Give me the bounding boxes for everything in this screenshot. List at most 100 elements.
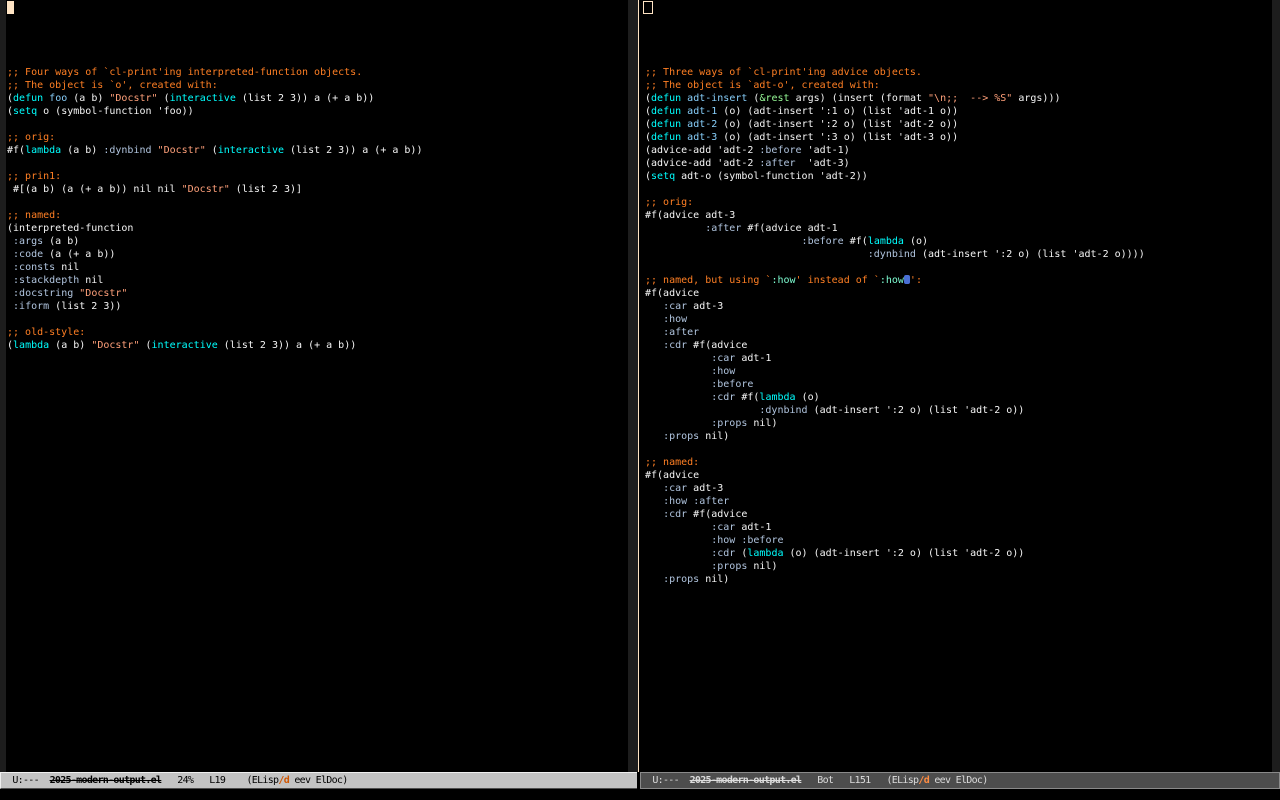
code-line: :consts nil (7, 261, 422, 274)
code-token: o (symbol-function 'foo)) (37, 106, 194, 117)
code-line: (defun adt-1 (o) (adt-insert ':1 o) (lis… (645, 105, 1145, 118)
code-token: :iform (13, 301, 49, 312)
code-line: :docstring "Docstr" (7, 287, 422, 300)
code-line (7, 157, 422, 170)
right-modeline[interactable]: U:--- 2025-modern-output.el Bot L151 (EL… (640, 772, 1280, 789)
code-token: :docstring (13, 288, 73, 299)
code-token: :before (741, 535, 783, 546)
code-line (7, 14, 422, 27)
code-token: :car (711, 522, 735, 533)
code-line (7, 53, 422, 66)
code-token: interactive (152, 340, 218, 351)
left-window-fringe (0, 0, 6, 772)
code-line: (interpreted-function (7, 222, 422, 235)
code-line: (setq o (symbol-function 'foo)) (7, 105, 422, 118)
code-token: #f( (735, 392, 759, 403)
code-line (7, 27, 422, 40)
code-line (645, 14, 1145, 27)
code-token: #f( (7, 145, 25, 156)
code-line (645, 183, 1145, 196)
code-token (645, 327, 663, 338)
code-token: U:--- (7, 775, 50, 786)
code-token (645, 509, 663, 520)
code-line: (defun adt-2 (o) (adt-insert ':2 o) (lis… (645, 118, 1145, 131)
code-token: :before (759, 145, 801, 156)
code-token: setq (13, 106, 37, 117)
code-token: (o) (adt-insert ':3 o) (list 'adt-3 o)) (717, 132, 958, 143)
code-line: :cdr (lambda (o) (adt-insert ':2 o) (lis… (645, 547, 1145, 560)
code-line: :stackdepth nil (7, 274, 422, 287)
right-window-fringe (1272, 0, 1280, 772)
echo-area[interactable] (0, 789, 1280, 800)
code-token (645, 574, 663, 585)
left-window-buffer-text[interactable]: ;; Four ways of `cl-print'ing interprete… (7, 1, 422, 352)
code-token: (a (+ a b)) (43, 249, 115, 260)
code-line: :props nil) (645, 430, 1145, 443)
code-line: :how :before (645, 534, 1145, 547)
code-token: (a b) (43, 236, 79, 247)
code-token: /d (918, 775, 929, 786)
code-line: :cdr #f(advice (645, 508, 1145, 521)
code-line: ;; prin1: (7, 170, 422, 183)
code-token: adt-1 (735, 522, 771, 533)
code-token: ' instead of ` (796, 275, 880, 286)
code-line (645, 443, 1145, 456)
code-token: :props (711, 561, 747, 572)
code-token: "Docstr" (91, 340, 139, 351)
left-modeline[interactable]: U:--- 2025-modern-output.el 24% L19 (ELi… (0, 772, 637, 789)
code-token: :props (663, 431, 699, 442)
code-line: (advice-add 'adt-2 :before 'adt-1) (645, 144, 1145, 157)
code-token: (list 2 3)) (49, 301, 121, 312)
code-line: #[(a b) (a (+ a b)) nil nil "Docstr" (li… (7, 183, 422, 196)
code-line: :dynbind (adt-insert ':2 o) (list 'adt-2… (645, 404, 1145, 417)
code-token: ;; named, but using ` (645, 275, 771, 286)
code-token: (a b) (49, 340, 91, 351)
code-token (645, 340, 663, 351)
code-token: ;; The object is `o', created with: (7, 80, 218, 91)
code-token: (adt-insert ':2 o) (list 'adt-2 o)))) (916, 249, 1145, 260)
code-token: ;; Three ways of `cl-print'ing advice ob… (645, 67, 922, 78)
right-window-buffer-text[interactable]: ;; Three ways of `cl-print'ing advice ob… (645, 1, 1145, 586)
code-token: "Docstr" (109, 93, 157, 104)
code-token: (interpreted-function (7, 223, 133, 234)
code-token (645, 535, 711, 546)
text-cursor-hollow (643, 1, 653, 14)
code-token: :after (705, 223, 741, 234)
code-line (645, 40, 1145, 53)
code-token (645, 431, 663, 442)
code-token: nil (55, 262, 79, 273)
code-token: args))) (1012, 93, 1060, 104)
code-token: :car (663, 301, 687, 312)
code-token: defun (651, 106, 681, 117)
code-line: :after #f(advice adt-1 (645, 222, 1145, 235)
code-line: ;; orig: (645, 196, 1145, 209)
code-token: (list 2 3)) a (+ a b)) (236, 93, 374, 104)
window-divider[interactable] (638, 0, 639, 772)
code-token: :car (711, 353, 735, 364)
code-token: (list 2 3)) a (+ a b)) (284, 145, 422, 156)
code-token: setq (651, 171, 675, 182)
code-token: :car (663, 483, 687, 494)
code-token: #f( (844, 236, 868, 247)
code-token: ;; prin1: (7, 171, 61, 182)
code-token: (adt-insert ':2 o) (list 'adt-2 o)) (808, 405, 1025, 416)
code-token: :how (880, 275, 904, 286)
code-line: (setq adt-o (symbol-function 'adt-2)) (645, 170, 1145, 183)
code-token: :props (663, 574, 699, 585)
code-line: ;; old-style: (7, 326, 422, 339)
code-token: defun (13, 93, 43, 104)
code-token: ;; Four ways of `cl-print'ing interprete… (7, 67, 362, 78)
code-line: #f(advice (645, 469, 1145, 482)
code-token: :before (711, 379, 753, 390)
code-token: :code (13, 249, 43, 260)
code-token (645, 223, 705, 234)
code-line (7, 118, 422, 131)
code-token (645, 379, 711, 390)
code-token: :dynbind (759, 405, 807, 416)
code-token: lambda (13, 340, 49, 351)
code-line: :car adt-1 (645, 352, 1145, 365)
code-line: :iform (list 2 3)) (7, 300, 422, 313)
code-token: "Docstr" (158, 145, 206, 156)
code-token: 'adt-3) (796, 158, 850, 169)
code-token: "Docstr" (182, 184, 230, 195)
